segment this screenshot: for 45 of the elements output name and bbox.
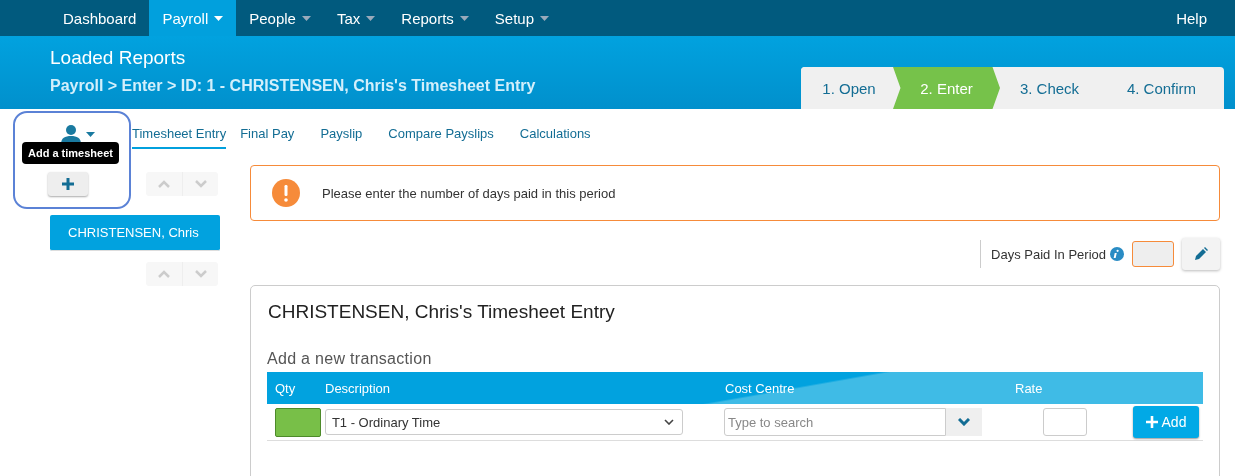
chevron-up-icon <box>158 270 170 278</box>
pencil-icon <box>1194 247 1208 261</box>
chevron-down-icon <box>194 270 207 278</box>
tab[interactable]: Final Pay <box>240 119 307 149</box>
chevron-down-icon <box>194 180 207 188</box>
field-label: Days Paid In Period <box>991 246 1106 262</box>
nav-menu-item[interactable]: Setup <box>481 0 563 36</box>
card-title: CHRISTENSEN, Chris's Timesheet Entry <box>268 301 616 323</box>
column-header: Qty <box>274 380 297 396</box>
chevron-down-icon <box>663 419 674 425</box>
caret-icon <box>540 15 550 21</box>
caret-icon <box>459 15 469 21</box>
breadcrumb: Payroll > Enter > ID: 1 - CHRISTENSEN, Chris's Timesheet Entry <box>50 77 536 95</box>
add-timesheet-button[interactable] <box>48 172 88 196</box>
chevron-down-icon <box>957 418 970 426</box>
caret-icon <box>366 15 376 21</box>
column-header: Cost Centre <box>725 380 796 396</box>
days-paid-field[interactable] <box>1132 241 1174 267</box>
nav-menu-item[interactable]: Dashboard <box>50 0 150 36</box>
page-title: Loaded Reports <box>50 47 187 69</box>
alert-message: Please enter the number of days paid in this period <box>322 185 616 201</box>
rate-field[interactable] <box>1043 408 1088 436</box>
nav-menu-item[interactable]: Reports <box>388 0 482 36</box>
plus-icon <box>1145 416 1158 428</box>
help-link[interactable]: Help <box>1163 0 1235 36</box>
caret-icon <box>86 131 95 137</box>
section-heading: Add a new transaction <box>267 350 433 368</box>
column-header: Rate <box>1015 380 1044 396</box>
warning-icon <box>272 179 300 207</box>
tab[interactable]: Compare Payslips <box>388 119 506 149</box>
chevron-up-icon <box>158 180 170 188</box>
qty-field[interactable] <box>275 407 321 437</box>
caret-icon <box>214 15 224 21</box>
nav-menu-item[interactable]: Tax <box>323 0 389 36</box>
tab[interactable]: Payslip <box>320 119 375 149</box>
edit-button[interactable] <box>1182 238 1220 270</box>
description-select[interactable]: T1 - Ordinary Time <box>324 409 683 435</box>
tab[interactable]: Timesheet Entry <box>132 119 227 149</box>
tab[interactable]: Calculations <box>519 119 603 149</box>
plus-icon <box>62 178 74 190</box>
tooltip: Add a timesheet <box>22 142 119 164</box>
info-icon[interactable] <box>1110 247 1124 261</box>
nav-menu-item[interactable]: People <box>236 0 324 36</box>
column-header: Description <box>325 380 392 396</box>
caret-icon <box>301 15 311 21</box>
